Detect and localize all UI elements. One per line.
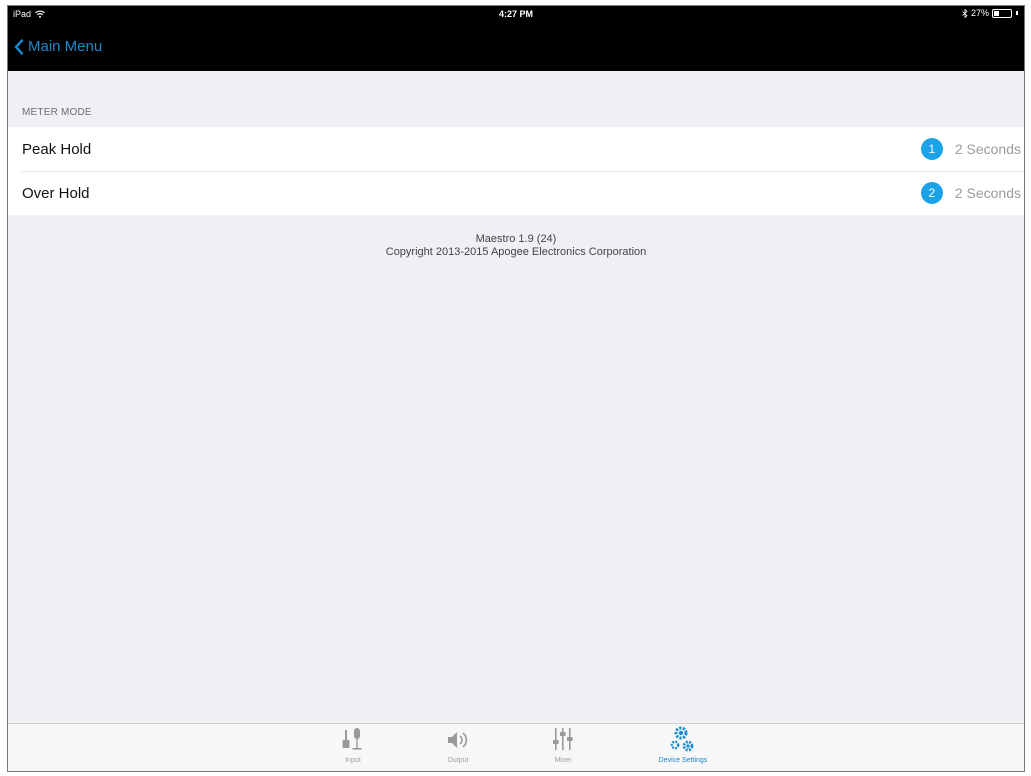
over-hold-row[interactable]: Over Hold 2 2 Seconds [8,171,1024,215]
battery-icon [992,8,1012,18]
step-badge-2: 2 [920,182,943,204]
tab-mixer-label: Mixer [554,757,572,764]
settings-list: Peak Hold 1 2 Seconds Over Hold 2 2 Seco… [8,127,1024,215]
peak-hold-row[interactable]: Peak Hold 1 2 Seconds [8,127,1024,171]
tab-output[interactable]: Output [423,724,493,771]
microphone-icon [342,728,362,750]
copyright-text: Copyright 2013-2015 Apogee Electronics C… [385,246,647,258]
top-bar: iPad 4:27 PM 27% Main Menu [8,6,1024,71]
battery-fill [994,10,999,16]
battery-percent: 27% [970,8,989,18]
peak-hold-control[interactable]: 1 2 Seconds [920,127,1021,171]
peak-hold-value: 2 Seconds [954,141,1021,157]
step-badge-1: 1 [920,138,943,160]
section-header: METER MODE [22,107,92,118]
tab-device-settings-label: Device Settings [658,757,708,764]
speaker-icon [448,732,468,748]
back-button-label: Main Menu [28,38,103,55]
tab-bar: Input Output Mixer Device Settings [8,723,1024,771]
status-right: 27% [962,8,1018,18]
app-info: Maestro 1.9 (24) Copyright 2013-2015 Apo… [8,233,1024,259]
over-hold-control[interactable]: 2 2 Seconds [920,171,1021,215]
peak-hold-label: Peak Hold [22,140,92,158]
bluetooth-icon [962,8,968,18]
battery-tip [1016,11,1018,15]
tab-mixer[interactable]: Mixer [528,724,598,771]
over-hold-value: 2 Seconds [954,185,1021,201]
mixer-faders-icon [553,728,573,750]
tab-input[interactable]: Input [318,724,388,771]
app-window: iPad 4:27 PM 27% Main Menu METER MODE Pe… [7,5,1025,772]
tab-output-label: Output [447,757,469,764]
chevron-left-icon [14,38,24,55]
tab-device-settings[interactable]: Device Settings [648,724,718,771]
status-time: 4:27 PM [498,9,533,19]
back-button[interactable]: Main Menu [14,38,102,55]
tab-input-label: Input [345,757,361,764]
gears-icon [670,726,694,752]
app-version: Maestro 1.9 (24) [475,233,557,245]
over-hold-label: Over Hold [22,184,90,202]
